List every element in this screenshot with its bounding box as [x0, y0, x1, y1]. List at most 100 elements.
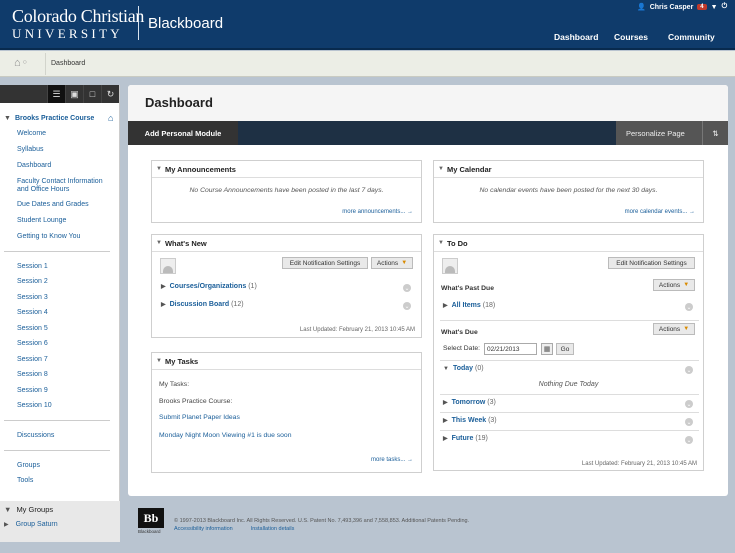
menu-item-welcome[interactable]: Welcome [0, 130, 120, 137]
menu-item-session[interactable]: Session 4 [0, 309, 120, 316]
expand-icon[interactable]: ▶ [443, 303, 448, 309]
university-logo-subtitle[interactable]: UNIVERSITY [12, 26, 123, 42]
add-personal-module-button[interactable]: Add Personal Module [128, 121, 238, 145]
user-avatar-icon: 👤 [637, 4, 646, 11]
more-announcements-link[interactable]: more announcements... → [342, 209, 413, 215]
menu-item-due-dates[interactable]: Due Dates and Grades [0, 201, 120, 208]
options-icon[interactable]: ⌄ [685, 418, 693, 426]
menu-item-session[interactable]: Session 5 [0, 325, 120, 332]
module-header[interactable]: ▼ What's New [152, 235, 421, 252]
task-link[interactable]: Monday Night Moon Viewing #1 is due soon [159, 432, 292, 439]
menu-item-session[interactable]: Session 9 [0, 387, 120, 394]
options-icon[interactable]: ⌄ [403, 302, 411, 310]
menu-item-session[interactable]: Session 6 [0, 340, 120, 347]
actions-button[interactable]: Actions ▼ [653, 279, 695, 291]
list-item[interactable]: ▶ This Week (3) [443, 417, 497, 424]
module-header[interactable]: ▼ My Announcements [152, 161, 421, 178]
notification-badge[interactable]: 4 [697, 4, 707, 10]
university-logo-name[interactable]: Colorado Christian [12, 6, 144, 27]
edit-notification-settings-button[interactable]: Edit Notification Settings [282, 257, 368, 269]
module-header[interactable]: ▼ My Tasks [152, 353, 421, 370]
user-menu[interactable]: 👤 Chris Casper 4 ▼ ⏻ [637, 2, 727, 12]
menu-item-faculty-contact[interactable]: Faculty Contact Information [0, 178, 120, 185]
folder-view-icon[interactable]: ▣ [65, 85, 83, 103]
personalize-page-button[interactable]: Personalize Page ⇅ [616, 121, 728, 145]
menu-item-session[interactable]: Session 10 [0, 402, 120, 409]
expand-icon[interactable]: ▶ [443, 418, 448, 424]
logo-divider [138, 6, 139, 40]
menu-item-student-lounge[interactable]: Student Lounge [0, 217, 120, 224]
personalize-page-label[interactable]: Personalize Page [616, 129, 702, 138]
expand-icon[interactable]: ▶ [161, 302, 166, 308]
list-item[interactable]: ▶ Future (19) [443, 435, 488, 442]
menu-item-syllabus[interactable]: Syllabus [0, 146, 120, 153]
new-window-icon[interactable]: □ [83, 85, 101, 103]
past-due-heading: What's Past Due [441, 285, 494, 292]
my-groups-title[interactable]: ▼ My Groups [4, 505, 53, 514]
accessibility-link[interactable]: Accessibility information [174, 526, 233, 532]
home-icon[interactable]: ⌂ ○ [14, 57, 27, 69]
menu-item-session[interactable]: Session 8 [0, 371, 120, 378]
blackboard-logo[interactable]: Blackboard [148, 15, 223, 32]
menu-item-session[interactable]: Session 7 [0, 356, 120, 363]
menu-item-dashboard[interactable]: Dashboard [0, 162, 120, 169]
menu-item-tools[interactable]: Tools [0, 477, 120, 484]
actions-button[interactable]: Actions ▼ [371, 257, 413, 269]
list-item[interactable]: ▶ Discussion Board (12) [161, 301, 244, 308]
list-item[interactable]: ▶ All Items (18) [443, 302, 495, 309]
nav-dashboard[interactable]: Dashboard [554, 32, 598, 42]
collapse-icon[interactable]: ▼ [156, 358, 162, 364]
options-icon[interactable]: ⌄ [685, 303, 693, 311]
collapse-icon[interactable]: ▼ [156, 166, 162, 172]
options-icon[interactable]: ⌄ [685, 366, 693, 374]
blackboard-footer-logo[interactable]: Bb [138, 508, 164, 528]
nav-community[interactable]: Community [668, 32, 715, 42]
my-groups-item[interactable]: ▶ Group Saturn [4, 521, 58, 528]
menu-item-discussions[interactable]: Discussions [0, 432, 120, 439]
options-icon[interactable]: ⌄ [685, 400, 693, 408]
expand-icon[interactable]: ▶ [161, 284, 166, 290]
more-tasks-link[interactable]: more tasks... → [371, 457, 413, 463]
nav-courses[interactable]: Courses [614, 32, 648, 56]
menu-item-session[interactable]: Session 2 [0, 278, 120, 285]
menu-item-getting-to-know-you[interactable]: Getting to Know You [0, 233, 120, 240]
module-header[interactable]: ▼ To Do [434, 235, 703, 252]
more-calendar-events-link[interactable]: more calendar events... → [625, 209, 695, 215]
avatar [160, 258, 176, 274]
menu-item-groups[interactable]: Groups [0, 462, 120, 469]
menu-item-faculty-contact-line2[interactable]: and Office Hours [0, 186, 120, 193]
expand-icon[interactable]: ▶ [443, 400, 448, 406]
collapse-icon[interactable]: ▼ [438, 166, 444, 172]
list-item[interactable]: ▼ Today (0) [443, 365, 484, 372]
list-view-icon[interactable]: ☰ [47, 85, 65, 103]
options-icon[interactable]: ⌄ [403, 284, 411, 292]
edit-notification-settings-button[interactable]: Edit Notification Settings [608, 257, 695, 269]
course-home-icon[interactable]: ⌂ [108, 113, 113, 123]
go-button[interactable]: Go [556, 343, 574, 355]
power-icon[interactable]: ⏻ [722, 3, 728, 11]
actions-button[interactable]: Actions ▼ [653, 323, 695, 335]
reorder-icon[interactable]: ⇅ [702, 121, 728, 145]
task-link[interactable]: Submit Planet Paper Ideas [159, 414, 240, 421]
list-item[interactable]: ▶ Courses/Organizations (1) [161, 283, 257, 290]
list-item[interactable]: ▶ Tomorrow (3) [443, 399, 496, 406]
refresh-icon[interactable]: ↻ [101, 85, 119, 103]
page-toolbar: Add Personal Module Personalize Page ⇅ [128, 121, 728, 145]
calendar-icon[interactable]: ▦ [541, 343, 553, 355]
divider [440, 394, 699, 395]
options-icon[interactable]: ⌄ [685, 436, 693, 444]
date-input[interactable]: 02/21/2013 [484, 343, 537, 355]
module-header[interactable]: ▼ My Calendar [434, 161, 703, 178]
user-name[interactable]: Chris Casper [650, 4, 694, 11]
collapse-icon[interactable]: ▼ [438, 240, 444, 246]
collapse-icon[interactable]: ▼ [443, 366, 449, 372]
expand-icon[interactable]: ▶ [443, 436, 448, 442]
menu-item-session[interactable]: Session 3 [0, 294, 120, 301]
collapse-icon[interactable]: ▼ [156, 240, 162, 246]
chevron-down-icon[interactable]: ▼ [711, 4, 718, 11]
last-updated-text: Last Updated: February 21, 2013 10:45 AM [299, 327, 415, 333]
dashboard-content: Dashboard Add Personal Module Personaliz… [128, 85, 728, 496]
course-title[interactable]: ▼ Brooks Practice Course [4, 115, 94, 122]
menu-item-session[interactable]: Session 1 [0, 263, 120, 270]
installation-details-link[interactable]: Installation details [251, 526, 295, 532]
